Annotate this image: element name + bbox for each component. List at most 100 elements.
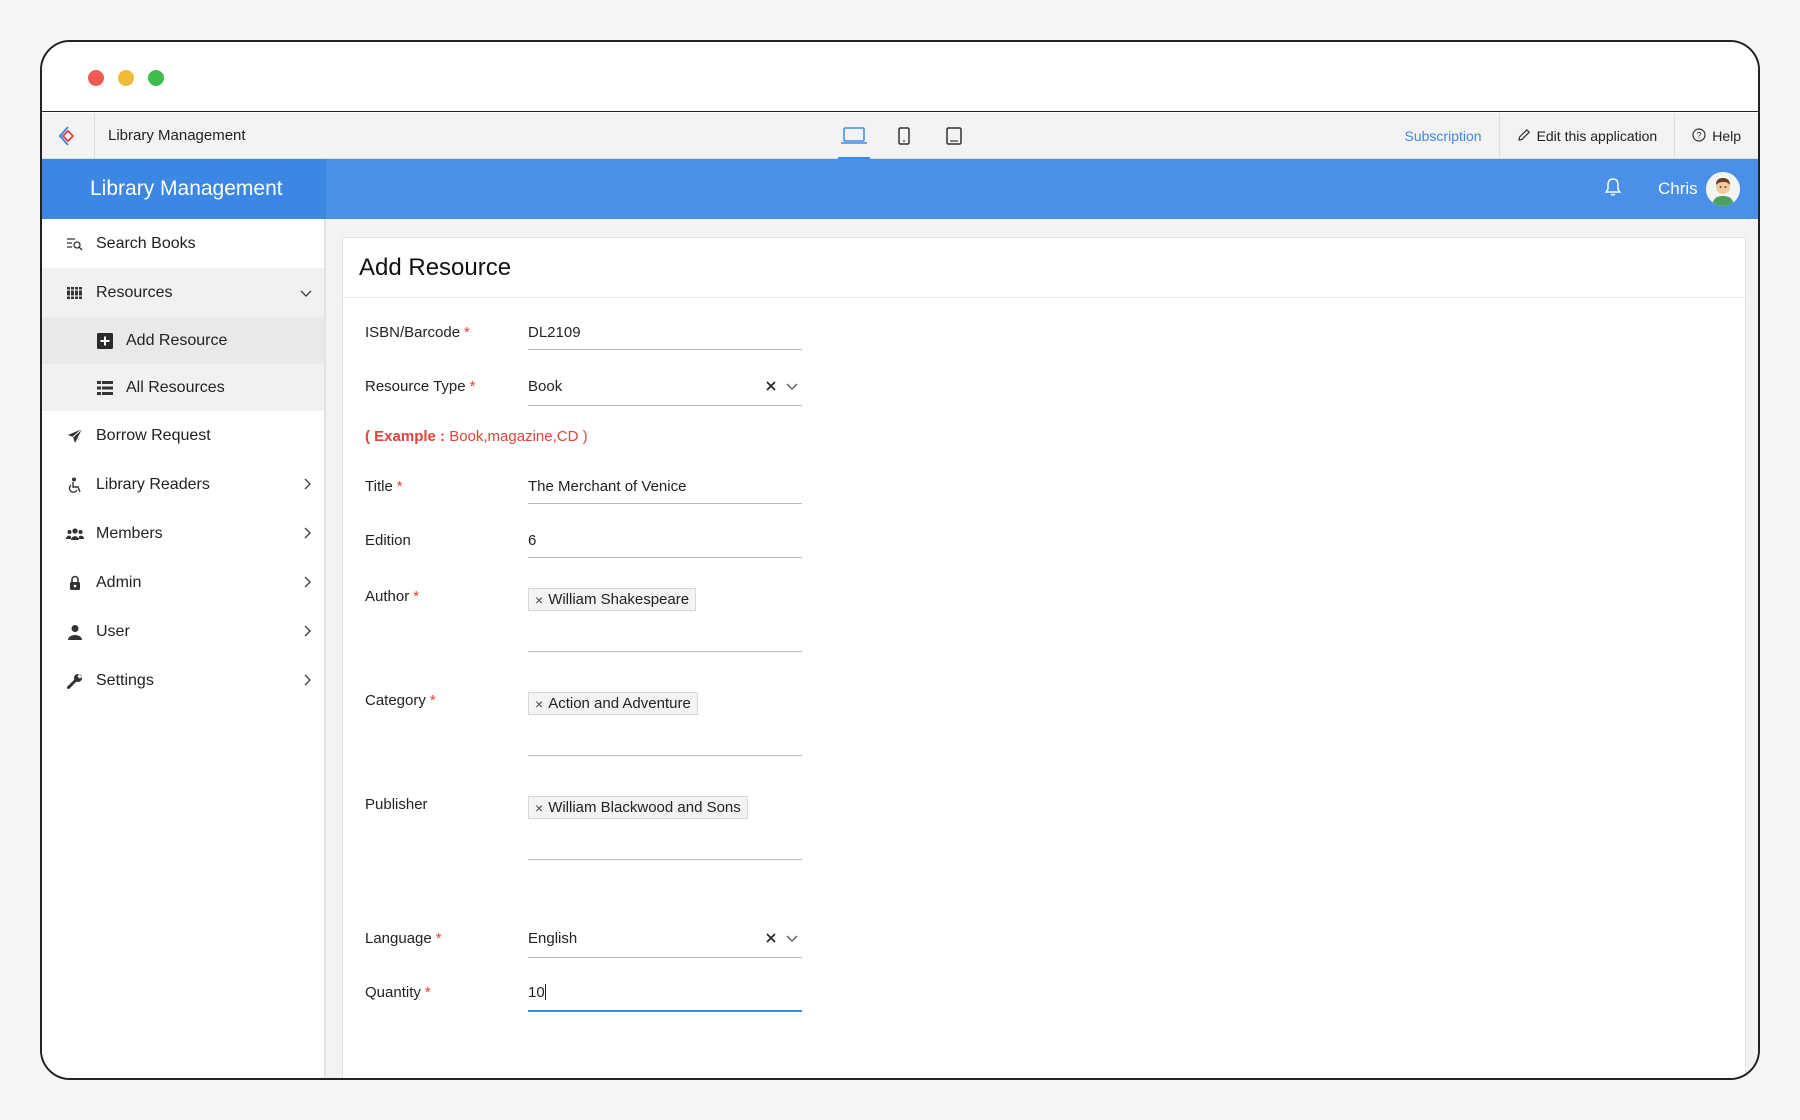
resource-type-value: Book: [528, 378, 563, 395]
language-value: English: [528, 930, 578, 947]
category-tag: × Action and Adventure: [528, 692, 698, 715]
sidebar-item-borrow-request[interactable]: Borrow Request: [42, 411, 324, 460]
edition-input[interactable]: 6: [528, 532, 802, 558]
sidebar-item-label: Search Books: [96, 234, 196, 252]
mobile-preview-icon[interactable]: [890, 113, 918, 159]
category-tag-label: Action and Adventure: [548, 695, 691, 712]
sidebar-item-members[interactable]: Members: [42, 509, 324, 558]
remove-tag-icon[interactable]: ×: [535, 592, 543, 608]
sidebar-item-resources[interactable]: Resources: [42, 268, 324, 317]
sidebar-item-label: Admin: [96, 573, 142, 591]
chevron-down-icon[interactable]: [786, 930, 798, 947]
edit-application-button[interactable]: Edit this application: [1498, 113, 1675, 159]
window-titlebar: [42, 42, 1758, 112]
category-label: Category *: [365, 692, 436, 709]
remove-tag-icon[interactable]: ×: [535, 800, 543, 816]
main-content: Add Resource ISBN/Barcode * DL2109 Resour…: [326, 219, 1758, 1078]
select-controls: [766, 930, 798, 947]
required-mark: *: [469, 378, 476, 395]
title-label-text: Title: [365, 478, 393, 495]
title-field-row: Title * The Merchant of Venice: [365, 478, 805, 518]
creator-toolbar: Library Management Subscription Edit thi…: [42, 113, 1758, 159]
page-title: Add Resource: [343, 238, 1745, 298]
resource-type-select[interactable]: Book: [528, 378, 802, 406]
author-label: Author *: [365, 588, 419, 605]
list-icon: [96, 379, 114, 397]
reader-icon: [66, 476, 84, 494]
app-logo-icon[interactable]: [42, 113, 95, 159]
resource-type-example-hint: ( Example : Book,magazine,CD ): [365, 428, 588, 445]
author-tag-label: William Shakespeare: [548, 591, 690, 608]
quantity-input[interactable]: 10: [528, 984, 802, 1012]
resource-type-field-row: Resource Type * Book: [365, 378, 805, 418]
minimize-window-button[interactable]: [118, 70, 134, 86]
user-icon: [66, 623, 84, 641]
plus-square-icon: [96, 332, 114, 350]
chevron-right-icon: [304, 477, 312, 495]
close-window-button[interactable]: [88, 70, 104, 86]
sidebar-item-label: Settings: [96, 671, 154, 689]
group-icon: [66, 525, 84, 543]
isbn-input[interactable]: DL2109: [528, 324, 802, 350]
edition-label: Edition: [365, 532, 411, 549]
laptop-preview-icon[interactable]: [838, 113, 870, 159]
author-multiselect[interactable]: × William Shakespeare: [528, 588, 802, 652]
tablet-preview-icon[interactable]: [940, 113, 968, 159]
remove-tag-icon[interactable]: ×: [535, 696, 543, 712]
sidebar-item-search-books[interactable]: Search Books: [42, 219, 324, 268]
sidebar-subitem-label: All Resources: [126, 378, 225, 396]
avatar[interactable]: [1706, 172, 1740, 206]
chevron-right-icon: [304, 673, 312, 691]
clear-selection-icon[interactable]: [766, 930, 776, 947]
text-cursor: [544, 984, 546, 1000]
chevron-down-icon[interactable]: [786, 378, 798, 395]
required-mark: *: [435, 930, 442, 947]
category-label-text: Category: [365, 692, 426, 709]
category-multiselect[interactable]: × Action and Adventure: [528, 692, 802, 756]
chevron-right-icon: [304, 526, 312, 544]
user-name[interactable]: Chris: [1658, 159, 1698, 219]
app-header: Library Management Chris: [42, 159, 1758, 219]
resource-type-label: Resource Type *: [365, 378, 475, 395]
svg-text:?: ?: [1697, 130, 1702, 140]
select-controls: [766, 378, 798, 395]
pencil-icon: [1517, 128, 1531, 145]
publisher-multiselect[interactable]: × William Blackwood and Sons: [528, 796, 802, 860]
wrench-icon: [66, 672, 84, 690]
maximize-window-button[interactable]: [148, 70, 164, 86]
sidebar-item-user[interactable]: User: [42, 607, 324, 656]
sidebar-item-label: Borrow Request: [96, 426, 211, 444]
sidebar-subitem-label: Add Resource: [126, 331, 228, 349]
category-field-row: Category * × Action and Adventure: [365, 692, 805, 772]
title-input[interactable]: The Merchant of Venice: [528, 478, 802, 504]
bell-icon[interactable]: [1604, 177, 1622, 202]
toolbar-actions: Subscription Edit this application ? Hel…: [1388, 113, 1758, 159]
chevron-right-icon: [304, 624, 312, 642]
help-button[interactable]: ? Help: [1674, 113, 1758, 159]
author-field-row: Author * × William Shakespeare: [365, 588, 805, 668]
resource-type-label-text: Resource Type: [365, 378, 466, 395]
paper-plane-icon: [66, 427, 84, 445]
sidebar-item-settings[interactable]: Settings: [42, 656, 324, 705]
clear-selection-icon[interactable]: [766, 378, 776, 395]
publisher-tag-label: William Blackwood and Sons: [548, 799, 741, 816]
required-mark: *: [413, 588, 420, 605]
sidebar-subitem-all-resources[interactable]: All Resources: [42, 364, 324, 411]
sidebar-item-admin[interactable]: Admin: [42, 558, 324, 607]
language-select[interactable]: English: [528, 930, 802, 958]
sidebar-item-label: Resources: [96, 283, 173, 301]
language-label: Language *: [365, 930, 442, 947]
sidebar: Search Books Resources Add Resource All …: [42, 219, 326, 1078]
search-list-icon: [66, 235, 84, 253]
books-icon: [66, 284, 84, 302]
sidebar-subitem-add-resource[interactable]: Add Resource: [42, 317, 324, 364]
example-text: Book,magazine,CD ): [445, 428, 588, 445]
quantity-field-row: Quantity * 10: [365, 984, 805, 1024]
quantity-label-text: Quantity: [365, 984, 421, 1001]
quantity-label: Quantity *: [365, 984, 431, 1001]
subscription-link[interactable]: Subscription: [1388, 113, 1499, 159]
example-prefix: ( Example :: [365, 428, 446, 445]
required-mark: *: [396, 478, 403, 495]
sidebar-item-library-readers[interactable]: Library Readers: [42, 460, 324, 509]
sidebar-item-label: User: [96, 622, 130, 640]
